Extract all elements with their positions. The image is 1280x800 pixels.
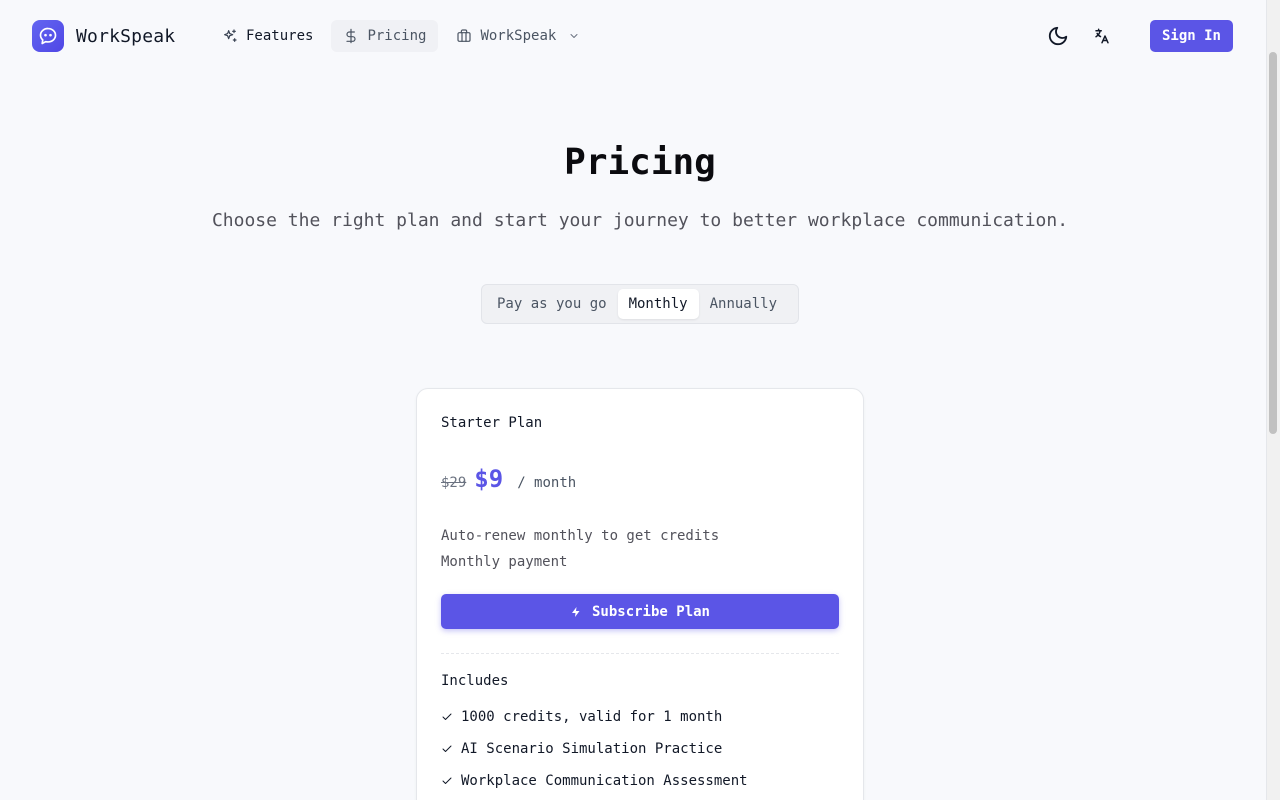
nav-features-label: Features: [246, 28, 314, 44]
nav-pricing[interactable]: Pricing: [331, 20, 439, 52]
billing-option-annually[interactable]: Annually: [699, 289, 788, 319]
brand-logo[interactable]: WorkSpeak: [32, 20, 175, 52]
sign-in-button[interactable]: Sign In: [1150, 20, 1233, 52]
briefcase-icon: [457, 29, 472, 42]
discount-price: $9: [474, 465, 504, 493]
feature-item: Workplace Communication Assessment: [441, 773, 748, 789]
plan-renewal-text: Auto-renew monthly to get credits: [441, 528, 720, 544]
nav-features[interactable]: Features: [210, 20, 325, 52]
original-price: $29: [441, 475, 467, 491]
nav-workspeak-dropdown[interactable]: WorkSpeak: [444, 20, 592, 52]
feature-text: 1000 credits, valid for 1 month: [461, 709, 723, 725]
sparkles-icon: [224, 29, 237, 42]
check-icon: [442, 745, 452, 752]
chevron-down-icon: [570, 34, 578, 38]
billing-period-toggle: Pay as you go Monthly Annually: [481, 284, 799, 324]
language-button[interactable]: [1086, 20, 1118, 52]
feature-text: AI Scenario Simulation Practice: [461, 741, 723, 757]
plan-payment-text: Monthly payment: [441, 554, 568, 570]
theme-toggle-button[interactable]: [1042, 20, 1074, 52]
main-nav: Features Pricing WorkSpeak: [210, 20, 592, 52]
dollar-icon: [346, 28, 357, 44]
card-divider: [441, 653, 839, 654]
lightning-icon: [571, 606, 580, 617]
billing-option-monthly[interactable]: Monthly: [617, 289, 699, 319]
chat-bubble-icon: [32, 20, 64, 52]
feature-item: AI Scenario Simulation Practice: [441, 741, 722, 757]
brand-name: WorkSpeak: [76, 25, 176, 47]
subscribe-button-label: Subscribe Plan: [591, 603, 710, 620]
feature-item: 1000 credits, valid for 1 month: [441, 709, 722, 725]
moon-icon: [1048, 26, 1068, 46]
nav-pricing-label: Pricing: [367, 28, 427, 44]
price-row: $29 $9 / month: [441, 465, 576, 493]
nav-workspeak-label: WorkSpeak: [480, 28, 557, 44]
plan-card: Starter Plan $29 $9 / month Auto-renew m…: [416, 388, 864, 800]
scrollbar-thumb[interactable]: [1269, 52, 1277, 434]
translate-icon: [1095, 28, 1109, 44]
check-icon: [442, 777, 452, 784]
includes-heading: Includes: [441, 673, 509, 689]
page-scrollbar[interactable]: [1266, 0, 1280, 800]
page-subtitle: Choose the right plan and start your jou…: [211, 210, 1069, 231]
check-icon: [442, 713, 452, 720]
feature-text: Workplace Communication Assessment: [461, 773, 748, 789]
plan-name: Starter Plan: [441, 415, 543, 431]
subscribe-button[interactable]: Subscribe Plan: [441, 594, 839, 629]
top-navbar: WorkSpeak Features Pricing WorkSpeak Sig…: [0, 0, 1266, 72]
billing-option-payg[interactable]: Pay as you go: [486, 289, 618, 319]
billing-period: / month: [517, 475, 577, 491]
page-title: Pricing: [564, 142, 716, 183]
